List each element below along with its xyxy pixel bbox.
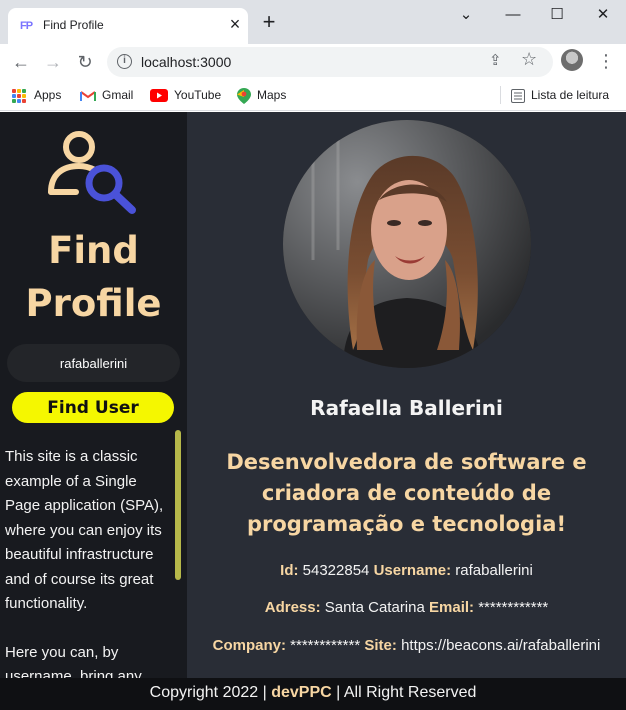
profile-bio: Desenvolvedora de software e criadora de… xyxy=(226,450,587,536)
bookmark-apps[interactable]: Apps xyxy=(12,86,61,104)
browser-toolbar: ← → ↻ i localhost:3000 ⇪ ☆ ⋮ xyxy=(0,44,626,80)
footer: Copyright 2022 | devPPC | All Right Rese… xyxy=(0,678,626,710)
bookmark-label: Maps xyxy=(257,88,287,102)
avatar-image xyxy=(283,120,531,368)
app-title-line1: Find xyxy=(48,229,139,272)
bookmarks-separator xyxy=(500,86,501,104)
bookmark-label: YouTube xyxy=(174,88,222,102)
browser-tab-bar: FP Find Profile × + ⌄ — ☐ ✕ xyxy=(0,0,626,44)
favicon-icon: FP xyxy=(20,20,33,32)
close-window-icon[interactable]: ✕ xyxy=(588,4,618,26)
profile-name: Rafaella Ballerini xyxy=(310,396,503,420)
tab-title: Find Profile xyxy=(43,18,104,32)
site-description: This site is a classic example of a Sing… xyxy=(5,445,175,678)
description-paragraph: Here you can, by username, bring any xyxy=(5,643,142,679)
description-paragraph: This site is a classic example of a Sing… xyxy=(5,448,164,612)
info-line-address-email: Adress: Santa Catarina Email: **********… xyxy=(187,599,626,616)
info-line-id-username: Id: 54322854 Username: rafaballerini xyxy=(187,562,626,579)
youtube-icon xyxy=(150,89,168,103)
back-icon[interactable]: ← xyxy=(8,49,34,75)
address-label: Adress: xyxy=(264,599,321,616)
browser-tab[interactable]: FP Find Profile × xyxy=(8,8,248,44)
bookmarks-bar: Apps Gmail YouTube Maps Lista de leitura xyxy=(0,80,626,111)
footer-copyright: Copyright 2022 | xyxy=(149,684,267,701)
sidebar: Find Profile Find User This site is a cl… xyxy=(0,112,187,678)
footer-brand: devPPC xyxy=(271,684,332,701)
maps-icon xyxy=(237,87,251,104)
forward-icon[interactable]: → xyxy=(40,49,66,75)
company-label: Company: xyxy=(212,637,286,654)
username-label: Username: xyxy=(373,562,452,579)
info-line-company-site: Company: ************ Site: https://beac… xyxy=(187,637,626,654)
footer-rights: | All Right Reserved xyxy=(336,684,477,701)
app-title: Find Profile xyxy=(0,224,187,330)
address-value: Santa Catarina xyxy=(324,599,425,616)
company-value: ************ xyxy=(290,637,361,654)
browser-menu-icon[interactable]: ⋮ xyxy=(597,48,615,74)
gmail-icon xyxy=(80,91,96,101)
share-icon[interactable]: ⇪ xyxy=(489,51,502,69)
app-title-line2: Profile xyxy=(25,282,162,325)
tab-search-chevron-icon[interactable]: ⌄ xyxy=(451,4,481,26)
profile-avatar-photo xyxy=(283,120,531,368)
id-label: Id: xyxy=(280,562,299,579)
user-search-logo-icon xyxy=(48,131,136,214)
new-tab-icon[interactable]: + xyxy=(258,11,280,34)
address-url[interactable]: localhost:3000 xyxy=(141,54,231,70)
email-label: Email: xyxy=(429,599,475,616)
bookmark-label: Gmail xyxy=(102,88,134,102)
bookmark-label: Apps xyxy=(34,88,62,102)
bookmark-gmail[interactable]: Gmail xyxy=(80,86,133,104)
bookmark-youtube[interactable]: YouTube xyxy=(150,86,221,104)
reading-list-label: Lista de leitura xyxy=(531,88,610,102)
site-link[interactable]: https://beacons.ai/rafaballerini xyxy=(401,637,600,654)
reading-list[interactable]: Lista de leitura xyxy=(511,86,609,104)
site-info-icon[interactable]: i xyxy=(117,54,132,69)
apps-grid-icon xyxy=(12,88,26,103)
profile-card: Rafaella Ballerini Desenvolvedora de sof… xyxy=(187,112,626,678)
reload-icon[interactable]: ↻ xyxy=(72,49,98,75)
reading-list-icon xyxy=(511,88,525,103)
bookmark-star-icon[interactable]: ☆ xyxy=(521,49,537,70)
sidebar-scrollbar[interactable] xyxy=(175,430,181,580)
email-value: ************ xyxy=(478,599,549,616)
browser-profile-avatar[interactable] xyxy=(561,49,583,71)
maximize-icon[interactable]: ☐ xyxy=(542,4,572,26)
site-label: Site: xyxy=(364,637,397,654)
username-search-input[interactable] xyxy=(7,344,180,382)
address-bar[interactable]: i localhost:3000 ⇪ ☆ xyxy=(107,47,553,77)
close-tab-icon[interactable]: × xyxy=(226,15,244,35)
bookmark-maps[interactable]: Maps xyxy=(237,86,286,104)
web-page: Find Profile Find User This site is a cl… xyxy=(0,112,626,710)
username-value: rafaballerini xyxy=(455,562,533,579)
minimize-icon[interactable]: — xyxy=(498,4,528,26)
id-value: 54322854 xyxy=(302,562,370,579)
find-user-button[interactable]: Find User xyxy=(12,392,174,423)
